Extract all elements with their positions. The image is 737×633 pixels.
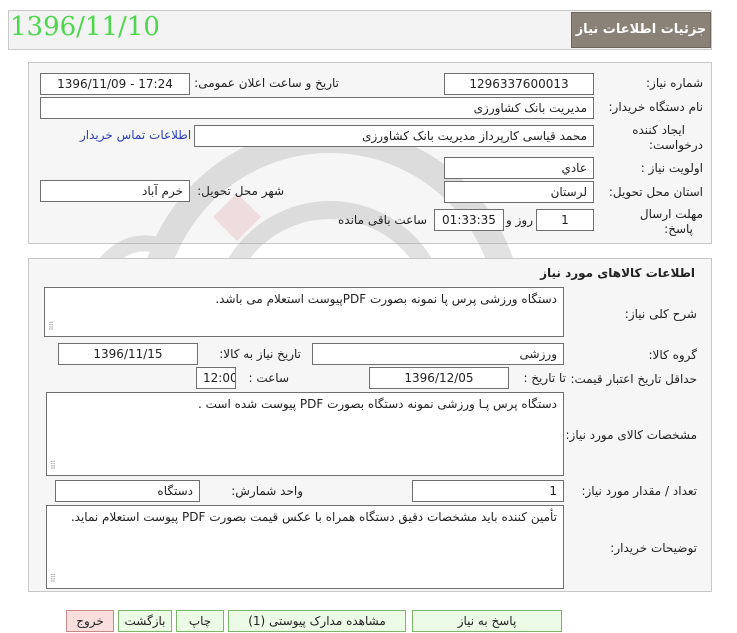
time-label: ساعت : [248,371,289,385]
deadline-label-1: مهلت ارسال [639,207,703,221]
province-field[interactable]: لرستان [444,181,594,203]
deadline-time-field[interactable]: 01:33:35 [434,209,504,231]
resize-grip-icon[interactable]: ⣿ [50,570,56,586]
buyer-notes-text: تأمین کننده باید مشخصات دقیق دستگاه همرا… [70,510,557,524]
need-number-label: شماره نیاز: [646,76,703,90]
deadline-day-word: روز و [506,213,533,227]
specs-text: دستگاه پرس پـا ورزشی نمونه دستگاه بصورت … [197,397,557,411]
view-attachments-button[interactable]: مشاهده مدارک پیوستی (1) [228,610,406,632]
group-field[interactable]: ورزشی [312,343,564,365]
min-validity-label: حداقل تاریخ اعتبار قیمت: [570,372,697,386]
creator-field[interactable]: محمد قیاسی کارپرداز مدیریت بانک کشاورزی [194,125,594,147]
buyer-label: نام دستگاه خریدار: [608,100,704,114]
deadline-label-2: پاسخ: [664,222,693,236]
province-label: استان محل تحویل: [608,185,703,199]
announce-label: تاریخ و ساعت اعلان عمومی: [194,76,339,90]
unit-field[interactable]: دستگاه [55,480,200,502]
group-label: گروه کالا: [648,348,698,362]
qty-label: تعداد / مقدار مورد نیاز: [581,484,697,498]
announce-field[interactable]: 1396/11/09 - 17:24 [40,73,190,95]
specs-field[interactable]: دستگاه پرس پـا ورزشی نمونه دستگاه بصورت … [46,392,564,476]
specs-label: مشخصات کالای مورد نیاز: [565,428,697,442]
creator-label-2: درخواست: [649,138,703,152]
buyer-contact-link[interactable]: اطلاعات تماس خریدار [80,128,191,142]
need-number-field[interactable]: 1296337600013 [444,73,594,95]
priority-label: اولویت نیاز : [640,161,703,175]
exit-button[interactable]: خروج [66,610,114,632]
general-desc-field[interactable]: دستگاه ورزشی پرس پا نمونه بصورت PDFپیوست… [44,287,564,337]
until-date-field[interactable]: 1396/12/05 [369,367,509,389]
city-field[interactable]: خرم آباد [40,180,190,202]
need-date-label: تاریخ نیاز به کالا: [219,347,301,361]
until-date-label: تا تاریخ : [523,371,566,385]
resize-grip-icon[interactable]: ⣿ [50,457,56,473]
goods-section-title: اطلاعات کالاهای مورد نیاز [540,266,695,280]
page-title: جزئیات اطلاعات نیاز [571,12,711,48]
qty-field[interactable]: 1 [412,480,564,502]
buyer-field[interactable]: مدیریت بانک کشاورزی [40,97,594,119]
reply-button[interactable]: پاسخ به نیاز [412,610,562,632]
buyer-notes-label: توضیحات خریدار: [610,541,697,555]
need-date-field[interactable]: 1396/11/15 [58,343,198,365]
back-button[interactable]: بازگشت [118,610,172,632]
unit-label: واحد شمارش: [231,484,303,498]
resize-grip-icon[interactable]: ⣿ [48,318,54,334]
general-desc-label: شرح کلی نیاز: [624,307,697,321]
date-stamp: 1396/11/10 [10,12,160,42]
buyer-notes-field[interactable]: تأمین کننده باید مشخصات دقیق دستگاه همرا… [46,505,564,589]
print-button[interactable]: چاپ [176,610,224,632]
deadline-days-field[interactable]: 1 [536,209,594,231]
time-field[interactable]: 12:00 [196,367,236,389]
general-desc-text: دستگاه ورزشی پرس پا نمونه بصورت PDFپیوست… [215,292,557,306]
city-label: شهر محل تحویل: [197,184,284,198]
deadline-remaining: ساعت باقی مانده [338,213,428,227]
priority-field[interactable]: عادي [444,157,594,179]
creator-label-1: ایجاد کننده [632,123,685,137]
